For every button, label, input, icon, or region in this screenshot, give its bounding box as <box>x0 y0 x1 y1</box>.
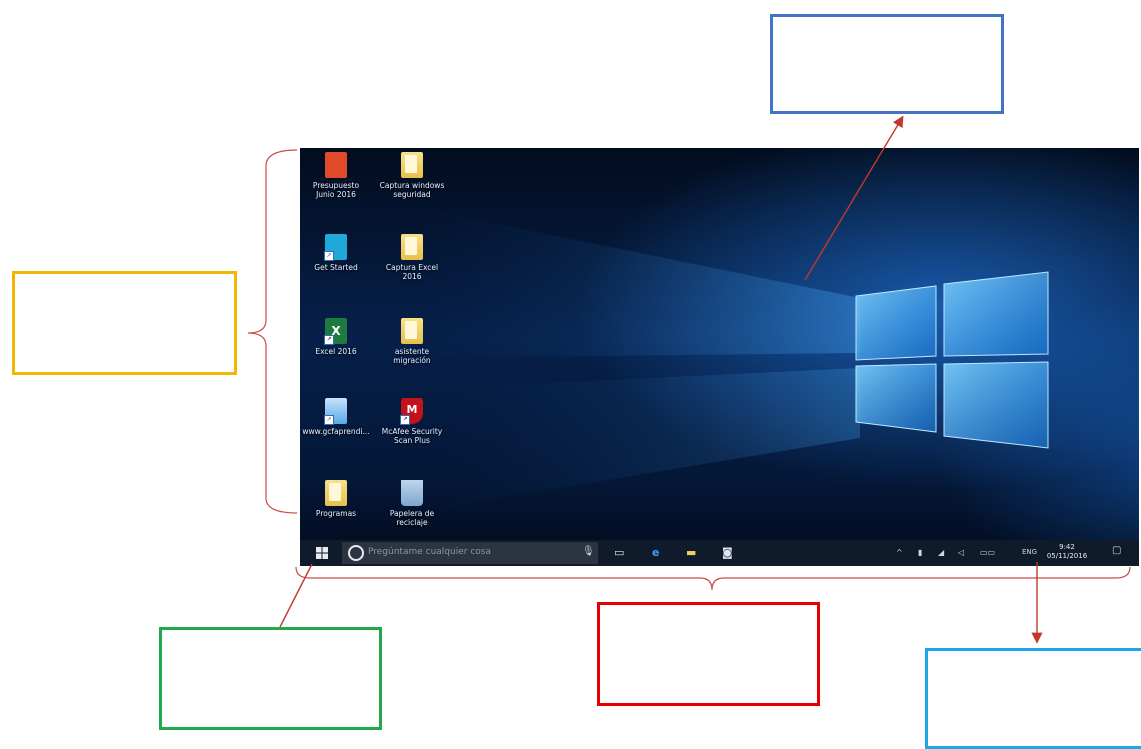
arrow-start-button <box>279 563 313 628</box>
bracket-desktop-icons <box>247 149 298 514</box>
bracket-taskbar <box>295 566 1131 591</box>
arrow-wallpaper <box>804 115 904 281</box>
annotation-overlay <box>247 115 1131 644</box>
